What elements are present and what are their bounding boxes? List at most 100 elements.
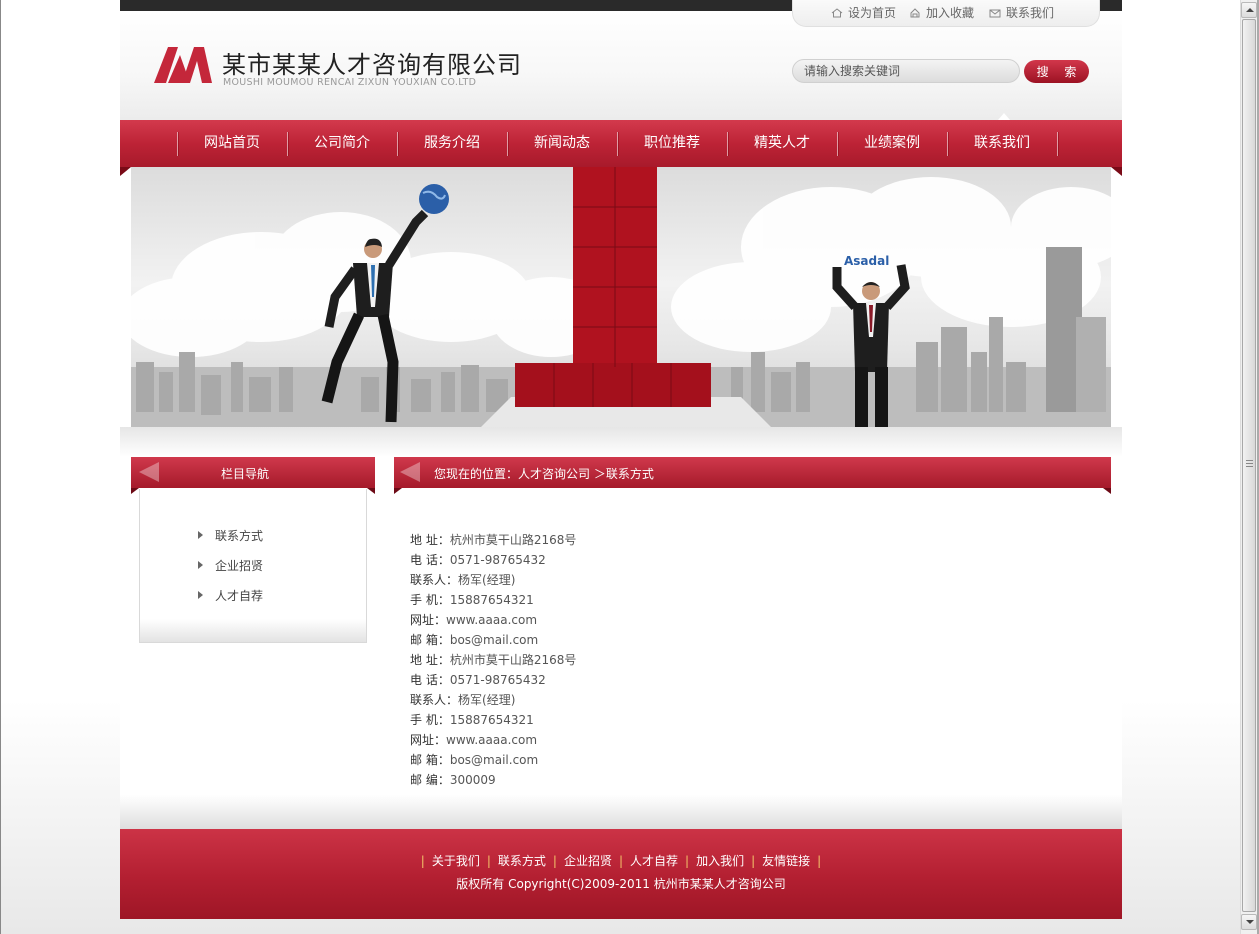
contact-person: 联系人：杨军(经理) bbox=[410, 690, 576, 710]
grip-icon bbox=[1246, 460, 1253, 468]
contact-phone: 电 话：0571-98765432 bbox=[410, 550, 576, 570]
contact-value: 15887654321 bbox=[449, 713, 534, 727]
contact-address: 地 址：杭州市莫干山路2168号 bbox=[410, 650, 576, 670]
footer-separator: | bbox=[817, 854, 822, 868]
sidebar-item-recruit[interactable]: 企业招贤 bbox=[198, 557, 263, 574]
arrow-up-icon bbox=[1246, 8, 1254, 12]
contact-label: 联系人： bbox=[410, 693, 459, 707]
contact-label: 邮 箱： bbox=[410, 633, 450, 647]
footer-link-about[interactable]: 关于我们 bbox=[432, 854, 480, 868]
contact-value: 15887654321 bbox=[449, 593, 534, 607]
scroll-down-button[interactable] bbox=[1241, 914, 1257, 930]
set-homepage-link[interactable]: 设为首页 bbox=[831, 4, 896, 21]
sidebar-menu: 联系方式 企业招贤 人才自荐 bbox=[139, 489, 367, 643]
contact-value: 杭州市莫干山路2168号 bbox=[449, 533, 577, 547]
nav-item-about[interactable]: 公司简介 bbox=[287, 120, 397, 167]
footer-link-friends[interactable]: 友情链接 bbox=[762, 854, 810, 868]
contact-value: bos@mail.com bbox=[449, 633, 539, 647]
header: 某市某某人才咨询有限公司 MOUSHI MOUMOU RENCAI ZIXUN … bbox=[120, 11, 1122, 120]
nav-item-news[interactable]: 新闻动态 bbox=[507, 120, 617, 167]
contact-mobile: 手 机：15887654321 bbox=[410, 710, 576, 730]
search-button[interactable]: 搜 索 bbox=[1024, 60, 1089, 83]
sidebar-item-self-recommend[interactable]: 人才自荐 bbox=[198, 587, 264, 604]
breadcrumb: 您现在的位置：人才咨询公司 ＞联系方式 bbox=[434, 465, 654, 482]
banner-illustration: Asadal bbox=[131, 167, 1111, 427]
sidebar-item-label: 联系方式 bbox=[215, 529, 264, 543]
triangle-right-icon bbox=[198, 591, 203, 599]
scroll-up-button[interactable] bbox=[1241, 2, 1257, 18]
content-fold-left bbox=[394, 488, 402, 494]
triangle-right-icon bbox=[198, 561, 203, 569]
footer-link-recruit[interactable]: 企业招贤 bbox=[564, 854, 612, 868]
scroll-thumb[interactable] bbox=[1242, 19, 1256, 912]
contact-value: 杨军(经理) bbox=[458, 693, 516, 707]
contact-label: 邮 箱： bbox=[410, 753, 450, 767]
footer-link-contact[interactable]: 联系方式 bbox=[498, 854, 546, 868]
contact-value: bos@mail.com bbox=[449, 753, 539, 767]
contact-value: 0571-98765432 bbox=[449, 553, 546, 567]
nav-item-contact[interactable]: 联系我们 bbox=[947, 120, 1057, 167]
banner-sign-text: Asadal bbox=[844, 254, 889, 268]
contact-label: 手 机： bbox=[410, 713, 450, 727]
contact-value: 杭州市莫干山路2168号 bbox=[449, 653, 577, 667]
breadcrumb-separator: ＞ bbox=[590, 467, 606, 481]
footer-separator: | bbox=[685, 854, 690, 868]
sidebar-item-label: 人才自荐 bbox=[215, 589, 264, 603]
ribbon-fold-right bbox=[1111, 167, 1122, 176]
nav-item-talent[interactable]: 精英人才 bbox=[727, 120, 837, 167]
footer-separator: | bbox=[618, 854, 624, 868]
sidebar-header: 栏目导航 bbox=[131, 457, 375, 488]
page-container: 某市某某人才咨询有限公司 MOUSHI MOUMOU RENCAI ZIXUN … bbox=[120, 0, 1122, 919]
sidebar-item-contact[interactable]: 联系方式 bbox=[198, 527, 264, 544]
contact-address: 地 址：杭州市莫干山路2168号 bbox=[410, 530, 576, 550]
copyright-text: 版权所有 Copyright(C)2009-2011 杭州市某某人才咨询公司 bbox=[456, 877, 786, 891]
breadcrumb-current[interactable]: 联系方式 bbox=[606, 467, 654, 481]
contact-label: 手 机： bbox=[410, 593, 450, 607]
contact-label: 电 话： bbox=[410, 553, 450, 567]
nav-item-services[interactable]: 服务介绍 bbox=[397, 120, 507, 167]
contact-mobile: 手 机：15887654321 bbox=[410, 590, 576, 610]
contact-us-label: 联系我们 bbox=[1006, 6, 1055, 20]
contact-us-link[interactable]: 联系我们 bbox=[989, 4, 1054, 21]
contact-website: 网址：www.aaaa.com bbox=[410, 610, 576, 630]
footer-link-join[interactable]: 加入我们 bbox=[696, 854, 744, 868]
sidebar-title: 栏目导航 bbox=[221, 467, 270, 481]
nav-active-indicator bbox=[998, 113, 1010, 120]
footer-separator: | bbox=[552, 854, 557, 868]
footer-links: | 关于我们 | 联系方式 | 企业招贤 | 人才自荐 | 加入我们 | 友情链接 | bbox=[120, 852, 1122, 869]
set-homepage-label: 设为首页 bbox=[848, 6, 897, 20]
contact-label: 网址： bbox=[410, 733, 447, 747]
footer: | 关于我们 | 联系方式 | 企业招贤 | 人才自荐 | 加入我们 | 友情链接 | 版权所有 Cop… bbox=[120, 829, 1122, 919]
nav-item-jobs[interactable]: 职位推荐 bbox=[617, 120, 727, 167]
nav-item-cases[interactable]: 业绩案例 bbox=[837, 120, 947, 167]
favorite-icon bbox=[910, 8, 920, 18]
add-favorite-link[interactable]: 加入收藏 bbox=[909, 4, 974, 21]
contact-person: 联系人：杨军(经理) bbox=[410, 570, 576, 590]
contact-label: 地 址： bbox=[410, 533, 450, 547]
footer-separator: | bbox=[751, 854, 756, 868]
contact-postcode: 邮 编：300009 bbox=[410, 770, 576, 790]
contact-email: 邮 箱：bos@mail.com bbox=[410, 630, 576, 650]
footer-link-self-recommend[interactable]: 人才自荐 bbox=[630, 854, 678, 868]
nav-item-home[interactable]: 网站首页 bbox=[177, 120, 287, 167]
breadcrumb-prefix: 您现在的位置： bbox=[434, 467, 519, 481]
vertical-scrollbar[interactable] bbox=[1240, 0, 1257, 934]
hero-banner: Asadal bbox=[131, 167, 1111, 427]
breadcrumb-home-link[interactable]: 人才咨询公司 bbox=[518, 467, 590, 481]
footer-separator: | bbox=[420, 854, 425, 868]
contact-label: 地 址： bbox=[410, 653, 450, 667]
sidebar-fold-right bbox=[367, 488, 375, 494]
company-logo-icon bbox=[154, 47, 212, 83]
nav-separator bbox=[1057, 132, 1058, 156]
contact-label: 联系人： bbox=[410, 573, 459, 587]
search-input[interactable] bbox=[792, 59, 1020, 83]
company-name: 某市某某人才咨询有限公司 bbox=[222, 51, 522, 79]
footer-separator: | bbox=[486, 854, 491, 868]
contact-value: 300009 bbox=[449, 773, 496, 787]
header-triangle-icon bbox=[139, 462, 159, 482]
sidebar-fold-left bbox=[131, 488, 139, 494]
contact-icon bbox=[989, 9, 1001, 18]
window-frame-left bbox=[0, 0, 1, 934]
company-pinyin: MOUSHI MOUMOU RENCAI ZIXUN YOUXIAN CO.LT… bbox=[223, 77, 477, 88]
banner-bottom-shade bbox=[120, 427, 1122, 457]
